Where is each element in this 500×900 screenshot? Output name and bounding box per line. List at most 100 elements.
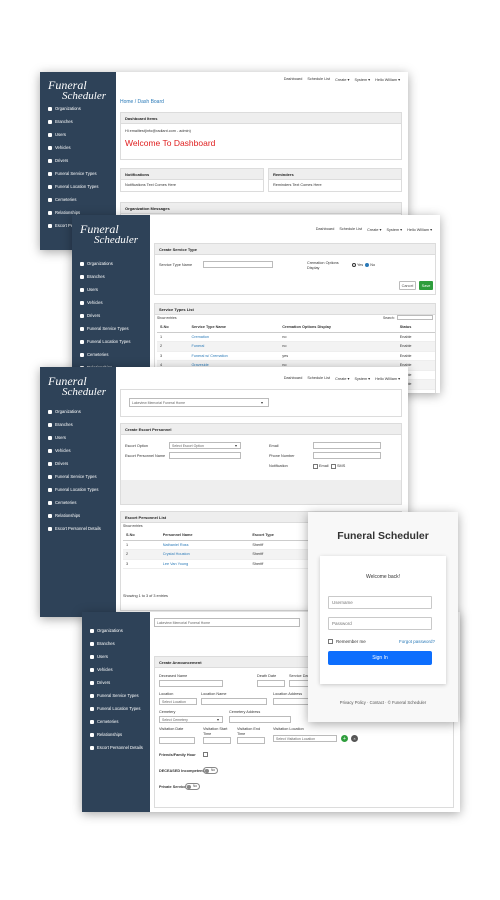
nav-user-menu[interactable]: Hello William ▾	[375, 77, 400, 82]
sidebar-item-organizations[interactable]: Organizations	[40, 405, 116, 418]
radio-yes[interactable]	[352, 263, 356, 267]
nav-user-menu[interactable]: Hello William ▾	[375, 376, 400, 381]
location-name-input[interactable]	[201, 698, 267, 705]
sms-checkbox[interactable]	[331, 464, 336, 469]
col-cremation[interactable]: Cremation Options Display	[279, 322, 397, 333]
nav-create[interactable]: Create ▾	[335, 77, 349, 82]
deceased-incompetent-toggle[interactable]: No	[203, 767, 218, 774]
sidebar-item-vehicles[interactable]: Vehicles	[72, 296, 150, 309]
add-location-button[interactable]: +	[341, 735, 348, 742]
sidebar-item-service-types[interactable]: Funeral Service Types	[40, 167, 116, 180]
friends-family-checkbox[interactable]	[203, 752, 208, 757]
location-select[interactable]: Select Location	[159, 698, 197, 705]
sidebar-item-users[interactable]: Users	[72, 283, 150, 296]
deceased-name-input[interactable]	[159, 680, 223, 687]
sidebar-item-branches[interactable]: Branches	[40, 418, 116, 431]
sidebar-item-vehicles[interactable]: Vehicles	[40, 444, 116, 457]
username-input[interactable]: Username	[328, 596, 432, 609]
nav-system[interactable]: System ▾	[354, 77, 370, 82]
search-input[interactable]	[397, 315, 433, 320]
nav-create[interactable]: Create ▾	[335, 376, 349, 381]
sidebar-item-organizations[interactable]: Organizations	[82, 624, 150, 637]
nav-user-menu[interactable]: Hello William ▾	[407, 227, 432, 232]
escort-name-input[interactable]	[169, 452, 241, 459]
sidebar-item-relationships[interactable]: Relationships	[82, 728, 150, 741]
nav-system[interactable]: System ▾	[354, 376, 370, 381]
table-cell[interactable]: Cremation	[188, 332, 280, 342]
table-cell[interactable]: Crystal Houston	[159, 549, 250, 560]
cemetery-select[interactable]: Select Cemetery	[159, 716, 223, 723]
sidebar-item-drivers[interactable]: Drivers	[40, 457, 116, 470]
table-cell[interactable]: Funeral w/ Cremation	[188, 351, 280, 361]
col-sno[interactable]: S.No	[157, 322, 189, 333]
remember-me-checkbox[interactable]	[328, 639, 333, 644]
visitation-date-input[interactable]	[159, 737, 195, 744]
cemetery-address-input[interactable]	[229, 716, 291, 723]
table-cell[interactable]: Funeral	[188, 341, 280, 352]
nav-schedule-list[interactable]: Schedule List	[339, 227, 362, 232]
sidebar-item-cemeteries[interactable]: Cemeteries	[40, 496, 116, 509]
nav-system[interactable]: System ▾	[386, 227, 402, 232]
escort-option-select[interactable]: Select Escort Option	[169, 442, 241, 449]
password-input[interactable]: Password	[328, 617, 432, 630]
sidebar-item-service-types[interactable]: Funeral Service Types	[82, 689, 150, 702]
sidebar-item-drivers[interactable]: Drivers	[72, 309, 150, 322]
sidebar-item-cemeteries[interactable]: Cemeteries	[82, 715, 150, 728]
sidebar-item-organizations[interactable]: Organizations	[40, 102, 116, 115]
death-date-input[interactable]	[257, 680, 285, 687]
sidebar-item-cemeteries[interactable]: Cemeteries	[40, 193, 116, 206]
email-checkbox[interactable]	[313, 464, 318, 469]
nav-create[interactable]: Create ▾	[367, 227, 381, 232]
sidebar-item-vehicles[interactable]: Vehicles	[40, 141, 116, 154]
service-type-name-input[interactable]	[203, 261, 273, 268]
sidebar-item-cemeteries[interactable]: Cemeteries	[72, 348, 150, 361]
visitation-location-select[interactable]: Select Visitation Location	[273, 735, 337, 742]
sidebar-item-drivers[interactable]: Drivers	[40, 154, 116, 167]
save-button[interactable]: Save	[419, 281, 433, 290]
visitation-end-input[interactable]	[237, 737, 265, 744]
forgot-password-link[interactable]: Forgot password?	[399, 639, 435, 644]
sign-in-button[interactable]: Sign In	[328, 651, 432, 665]
nav-schedule-list[interactable]: Schedule List	[307, 77, 330, 82]
nav-dashboard[interactable]: Dashboard	[284, 376, 303, 381]
table-cell[interactable]: Lee Van Young	[159, 559, 250, 569]
table-cell[interactable]: Nathaniel Ross	[159, 540, 250, 550]
col-service-type-name[interactable]: Service Type Name	[188, 322, 280, 333]
cancel-button[interactable]: Cancel	[399, 281, 416, 290]
organization-select[interactable]: Lakeview Memorial Funeral Home	[154, 618, 300, 627]
sidebar-item-users[interactable]: Users	[82, 650, 150, 663]
nav-dashboard[interactable]: Dashboard	[284, 77, 303, 82]
sidebar-item-escort[interactable]: Escort Personnel Details	[40, 522, 116, 535]
sidebar-item-location-types[interactable]: Funeral Location Types	[40, 180, 116, 193]
sidebar-item-users[interactable]: Users	[40, 128, 116, 141]
sidebar-item-users[interactable]: Users	[40, 431, 116, 444]
sidebar-item-service-types[interactable]: Funeral Service Types	[40, 470, 116, 483]
sidebar-item-vehicles[interactable]: Vehicles	[82, 663, 150, 676]
organization-select[interactable]: Lakeview Memorial Funeral Home	[129, 398, 269, 407]
remove-location-button[interactable]: ×	[351, 735, 358, 742]
sidebar-item-label: Escort Personnel Details	[55, 526, 101, 531]
sidebar-item-branches[interactable]: Branches	[82, 637, 150, 650]
sidebar-item-relationships[interactable]: Relationships	[40, 509, 116, 522]
radio-no[interactable]	[365, 263, 370, 267]
sidebar-item-escort[interactable]: Escort Personnel Details	[82, 741, 150, 754]
sidebar-item-drivers[interactable]: Drivers	[82, 676, 150, 689]
col-status[interactable]: Status	[396, 322, 435, 333]
sidebar-item-location-types[interactable]: Funeral Location Types	[82, 702, 150, 715]
email-input[interactable]	[313, 442, 381, 449]
sidebar-item-location-types[interactable]: Funeral Location Types	[40, 483, 116, 496]
car-icon	[48, 145, 52, 150]
sidebar-item-organizations[interactable]: Organizations	[72, 257, 150, 270]
sidebar-item-service-types[interactable]: Funeral Service Types	[72, 322, 150, 335]
phone-input[interactable]	[313, 452, 381, 459]
sidebar-item-location-types[interactable]: Funeral Location Types	[72, 335, 150, 348]
visitation-start-input[interactable]	[203, 737, 231, 744]
nav-schedule-list[interactable]: Schedule List	[307, 376, 330, 381]
private-service-toggle[interactable]: No	[185, 783, 200, 790]
sidebar: Organizations Branches Users Vehicles Dr…	[82, 612, 150, 812]
sidebar-item-branches[interactable]: Branches	[72, 270, 150, 283]
sidebar-item-branches[interactable]: Branches	[40, 115, 116, 128]
col-personnel-name[interactable]: Personnel Name	[159, 530, 250, 541]
col-sno[interactable]: S.No	[123, 530, 160, 541]
nav-dashboard[interactable]: Dashboard	[316, 227, 335, 232]
